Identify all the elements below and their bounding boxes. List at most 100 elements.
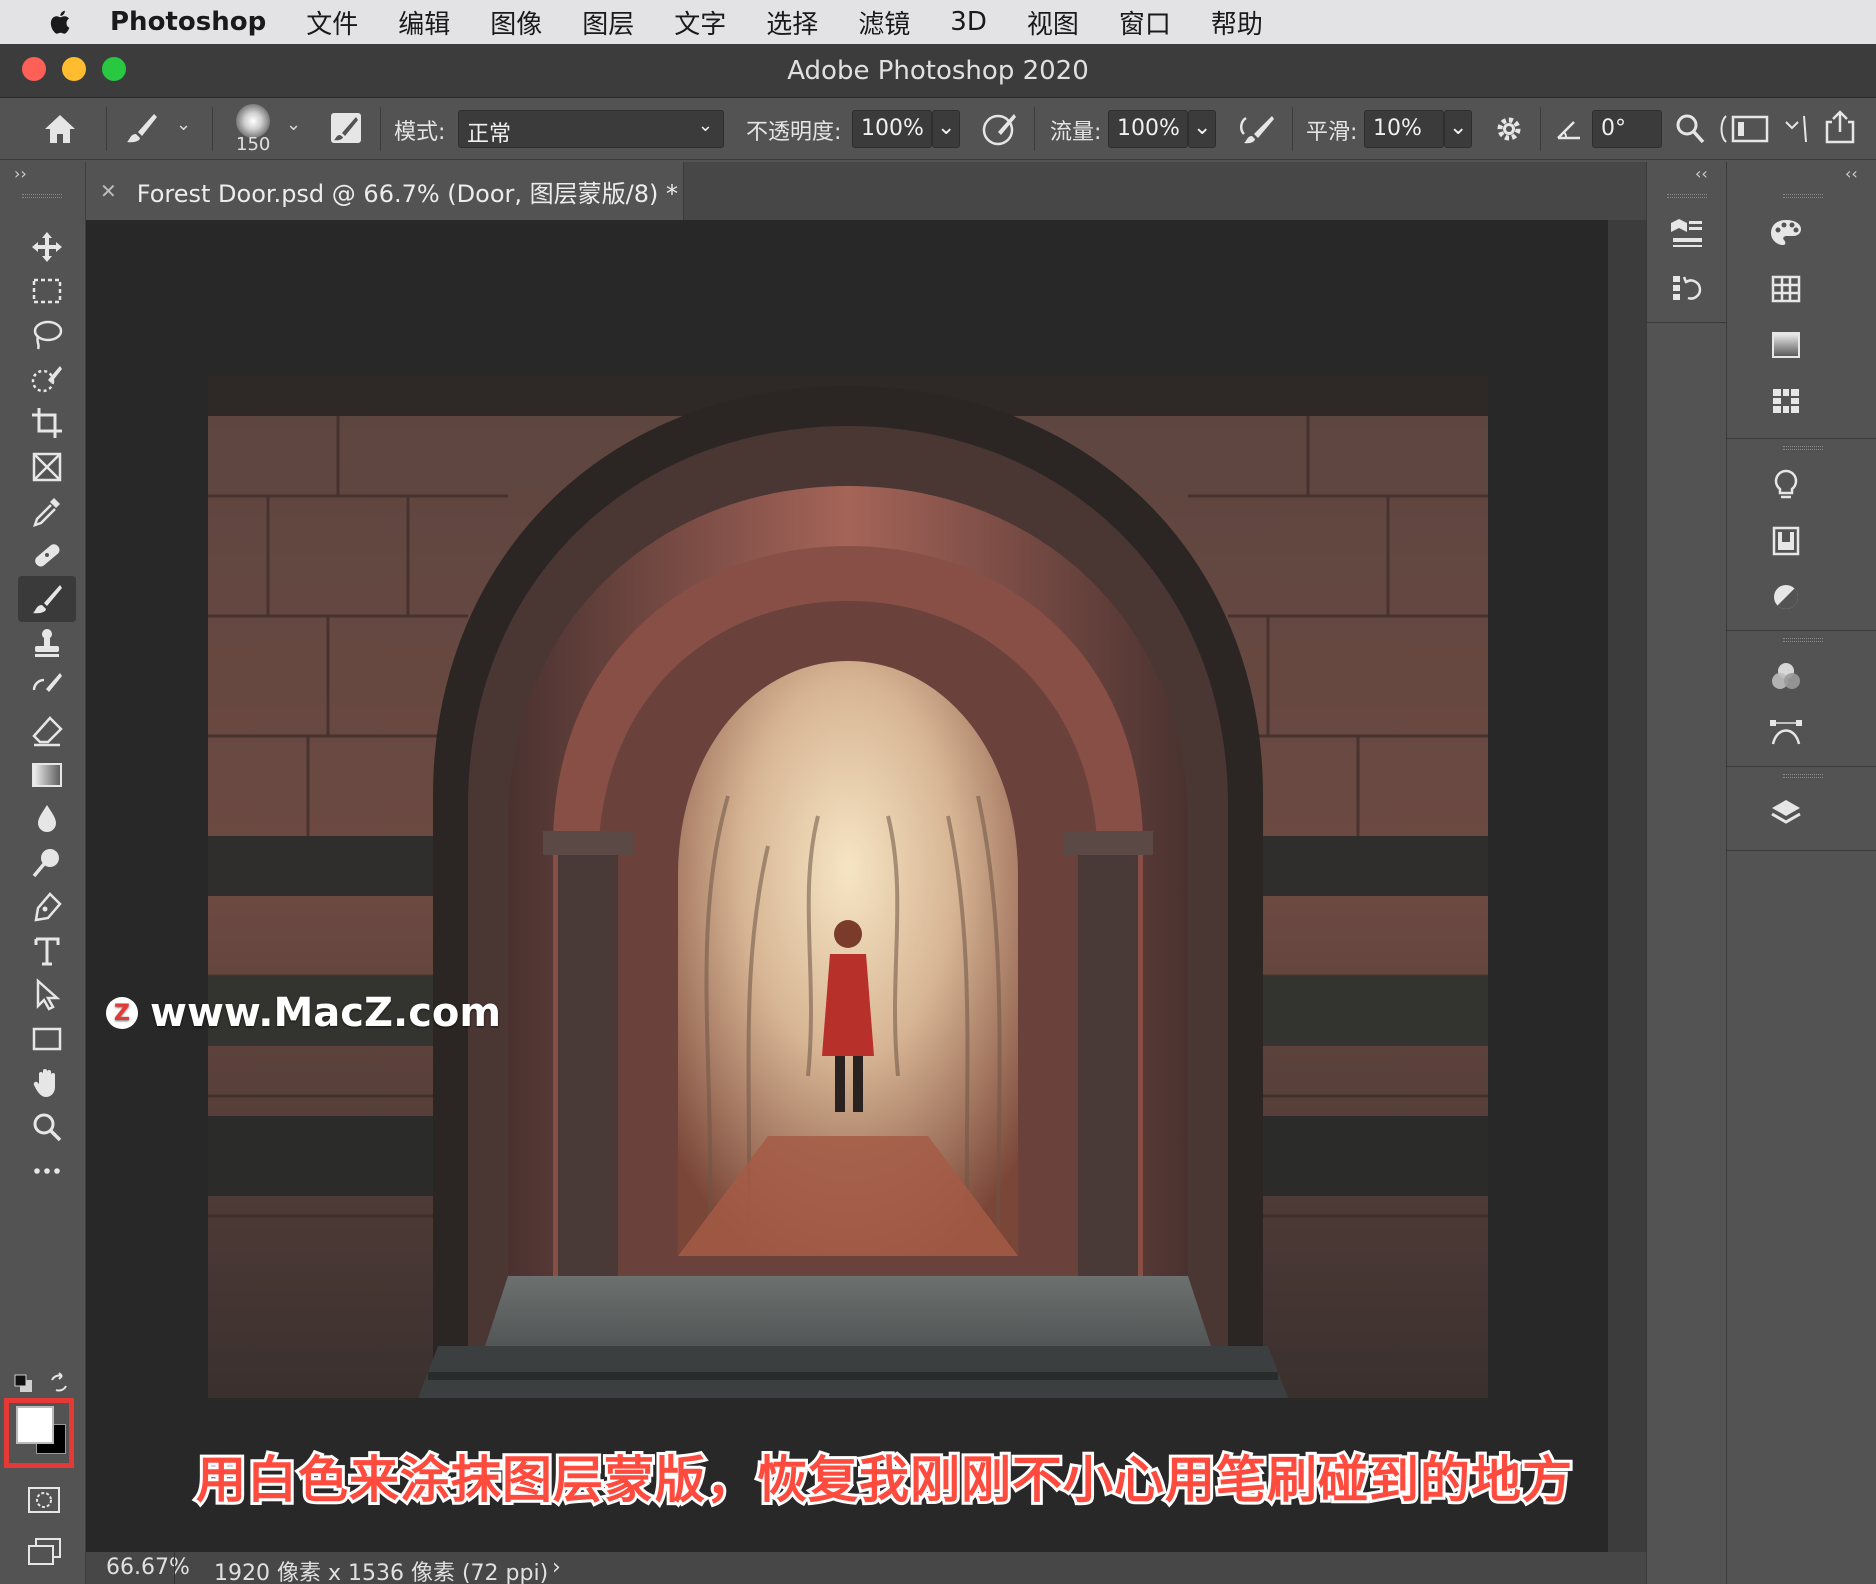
opacity-chevron-icon[interactable]: ⌄ [932, 110, 960, 148]
history-panel-button[interactable] [1664, 266, 1710, 312]
menu-help[interactable]: 帮助 [1211, 4, 1263, 41]
tools-panel: ›› [4, 162, 86, 1584]
path-selection-tool[interactable] [18, 972, 76, 1018]
arrow-pointer-icon [36, 978, 61, 1011]
zoom-level-field[interactable]: 66.67% [106, 1555, 190, 1580]
canvas-vertical-scrollbar[interactable] [1608, 220, 1646, 1552]
type-tool[interactable] [18, 928, 76, 974]
smoothing-chevron-icon[interactable]: ⌄ [1444, 110, 1472, 148]
history-brush-tool[interactable] [18, 664, 76, 710]
gradients-panel-button[interactable] [1763, 322, 1809, 368]
menu-window[interactable]: 窗口 [1119, 4, 1171, 41]
menu-app-name[interactable]: Photoshop [110, 7, 266, 37]
quick-mask-icon[interactable] [26, 1484, 62, 1516]
flow-field[interactable]: 100% [1108, 110, 1188, 148]
foreground-color-swatch[interactable] [16, 1406, 54, 1444]
panel-strip-2-grip-3[interactable] [1783, 638, 1823, 642]
paths-panel-icon [1770, 720, 1802, 745]
pressure-size-icon[interactable] [1718, 112, 1728, 146]
rectangle-tool[interactable] [18, 1016, 76, 1062]
adjustments-panel-button[interactable] [1763, 574, 1809, 620]
default-colors-icon[interactable] [14, 1374, 34, 1394]
move-tool[interactable] [18, 224, 76, 270]
pen-tool[interactable] [18, 884, 76, 930]
brush-preset-chevron-icon[interactable]: ⌄ [176, 114, 191, 135]
menu-file[interactable]: 文件 [306, 4, 358, 41]
more-tools[interactable] [18, 1148, 76, 1194]
color-panel-button[interactable] [1763, 210, 1809, 256]
tools-panel-grip[interactable] [22, 194, 62, 198]
learn-panel-button[interactable] [1763, 462, 1809, 508]
clone-stamp-tool[interactable] [18, 620, 76, 666]
crop-tool[interactable] [18, 400, 76, 446]
document-tab[interactable]: ✕ Forest Door.psd @ 66.7% (Door, 图层蒙版/8)… [86, 162, 684, 220]
mode-value: 正常 [467, 122, 512, 147]
menu-image[interactable]: 图像 [490, 4, 542, 41]
close-tab-icon[interactable]: ✕ [100, 179, 117, 203]
expand-tools-icon[interactable]: ›› [14, 164, 27, 183]
frame-tool[interactable] [18, 444, 76, 490]
menu-3d[interactable]: 3D [950, 7, 987, 37]
screen-mode-icon[interactable] [26, 1536, 62, 1568]
swap-colors-icon[interactable] [48, 1372, 70, 1394]
collapse-strip-2-icon[interactable]: ‹‹ [1845, 164, 1858, 183]
mode-dropdown[interactable]: 正常 ⌄ [458, 110, 724, 148]
window-title: Adobe Photoshop 2020 [787, 56, 1089, 86]
flow-chevron-icon[interactable]: ⌄ [1188, 110, 1216, 148]
patterns-panel-button[interactable] [1763, 378, 1809, 424]
paths-panel-button[interactable] [1763, 710, 1809, 756]
symmetry-chevron-icon[interactable] [1782, 112, 1812, 146]
marquee-tool[interactable] [18, 268, 76, 314]
canvas-area[interactable]: Z www.MacZ.com [86, 220, 1608, 1552]
menu-type[interactable]: 文字 [674, 4, 726, 41]
eyedropper-tool[interactable] [18, 488, 76, 534]
collapse-strip-1-icon[interactable]: ‹‹ [1695, 164, 1708, 183]
panel-strip-2-grip-4[interactable] [1783, 774, 1823, 778]
panel-strip-2-grip-1[interactable] [1783, 194, 1823, 198]
brush-settings-panel-icon[interactable] [328, 110, 364, 146]
frame-icon [32, 452, 62, 482]
brush-tool[interactable] [18, 576, 76, 622]
eraser-tool[interactable] [18, 708, 76, 754]
hand-tool[interactable] [18, 1060, 76, 1106]
brush-preset-icon[interactable] [124, 110, 160, 146]
menu-filter[interactable]: 滤镜 [858, 4, 910, 41]
libraries-panel-button[interactable] [1763, 518, 1809, 564]
home-icon[interactable] [42, 112, 78, 146]
apple-logo-icon[interactable] [46, 7, 76, 37]
quick-selection-tool[interactable] [18, 356, 76, 402]
document-canvas[interactable] [208, 376, 1488, 1398]
gear-icon[interactable] [1490, 110, 1528, 148]
opacity-field[interactable]: 100% [852, 110, 932, 148]
menu-select[interactable]: 选择 [766, 4, 818, 41]
watermark: Z www.MacZ.com [106, 990, 501, 1036]
lasso-tool[interactable] [18, 312, 76, 358]
dodge-tool[interactable] [18, 840, 76, 886]
hand-icon [33, 1069, 55, 1097]
share-icon[interactable] [1822, 108, 1858, 146]
symmetry-icon[interactable] [1730, 112, 1770, 146]
pressure-opacity-icon[interactable] [980, 110, 1018, 148]
swatches-panel-button[interactable] [1763, 266, 1809, 312]
airbrush-icon[interactable] [1236, 110, 1276, 148]
healing-brush-tool[interactable] [18, 532, 76, 578]
zoom-tool[interactable] [18, 1104, 76, 1150]
brush-tip-preview[interactable] [236, 104, 270, 138]
panel-strip-2-grip-2[interactable] [1783, 446, 1823, 450]
brush-size-value: 150 [236, 134, 271, 155]
blur-tool[interactable] [18, 796, 76, 842]
collapsed-panel-strip-1: ‹‹ [1646, 162, 1727, 1584]
menu-view[interactable]: 视图 [1027, 4, 1079, 41]
menu-layer[interactable]: 图层 [582, 4, 634, 41]
gradient-tool[interactable] [18, 752, 76, 798]
channels-panel-button[interactable] [1763, 654, 1809, 700]
menu-edit[interactable]: 编辑 [398, 4, 450, 41]
smoothing-field[interactable]: 10% [1364, 110, 1444, 148]
status-menu-chevron-icon[interactable]: › [552, 1555, 561, 1580]
3d-panel-button[interactable] [1664, 210, 1710, 256]
angle-field[interactable]: 0° [1592, 110, 1662, 148]
panel-strip-1-grip[interactable] [1667, 194, 1707, 198]
search-icon[interactable] [1674, 112, 1706, 146]
layers-panel-button[interactable] [1763, 790, 1809, 836]
brush-settings-chevron-icon[interactable]: ⌄ [286, 114, 301, 135]
